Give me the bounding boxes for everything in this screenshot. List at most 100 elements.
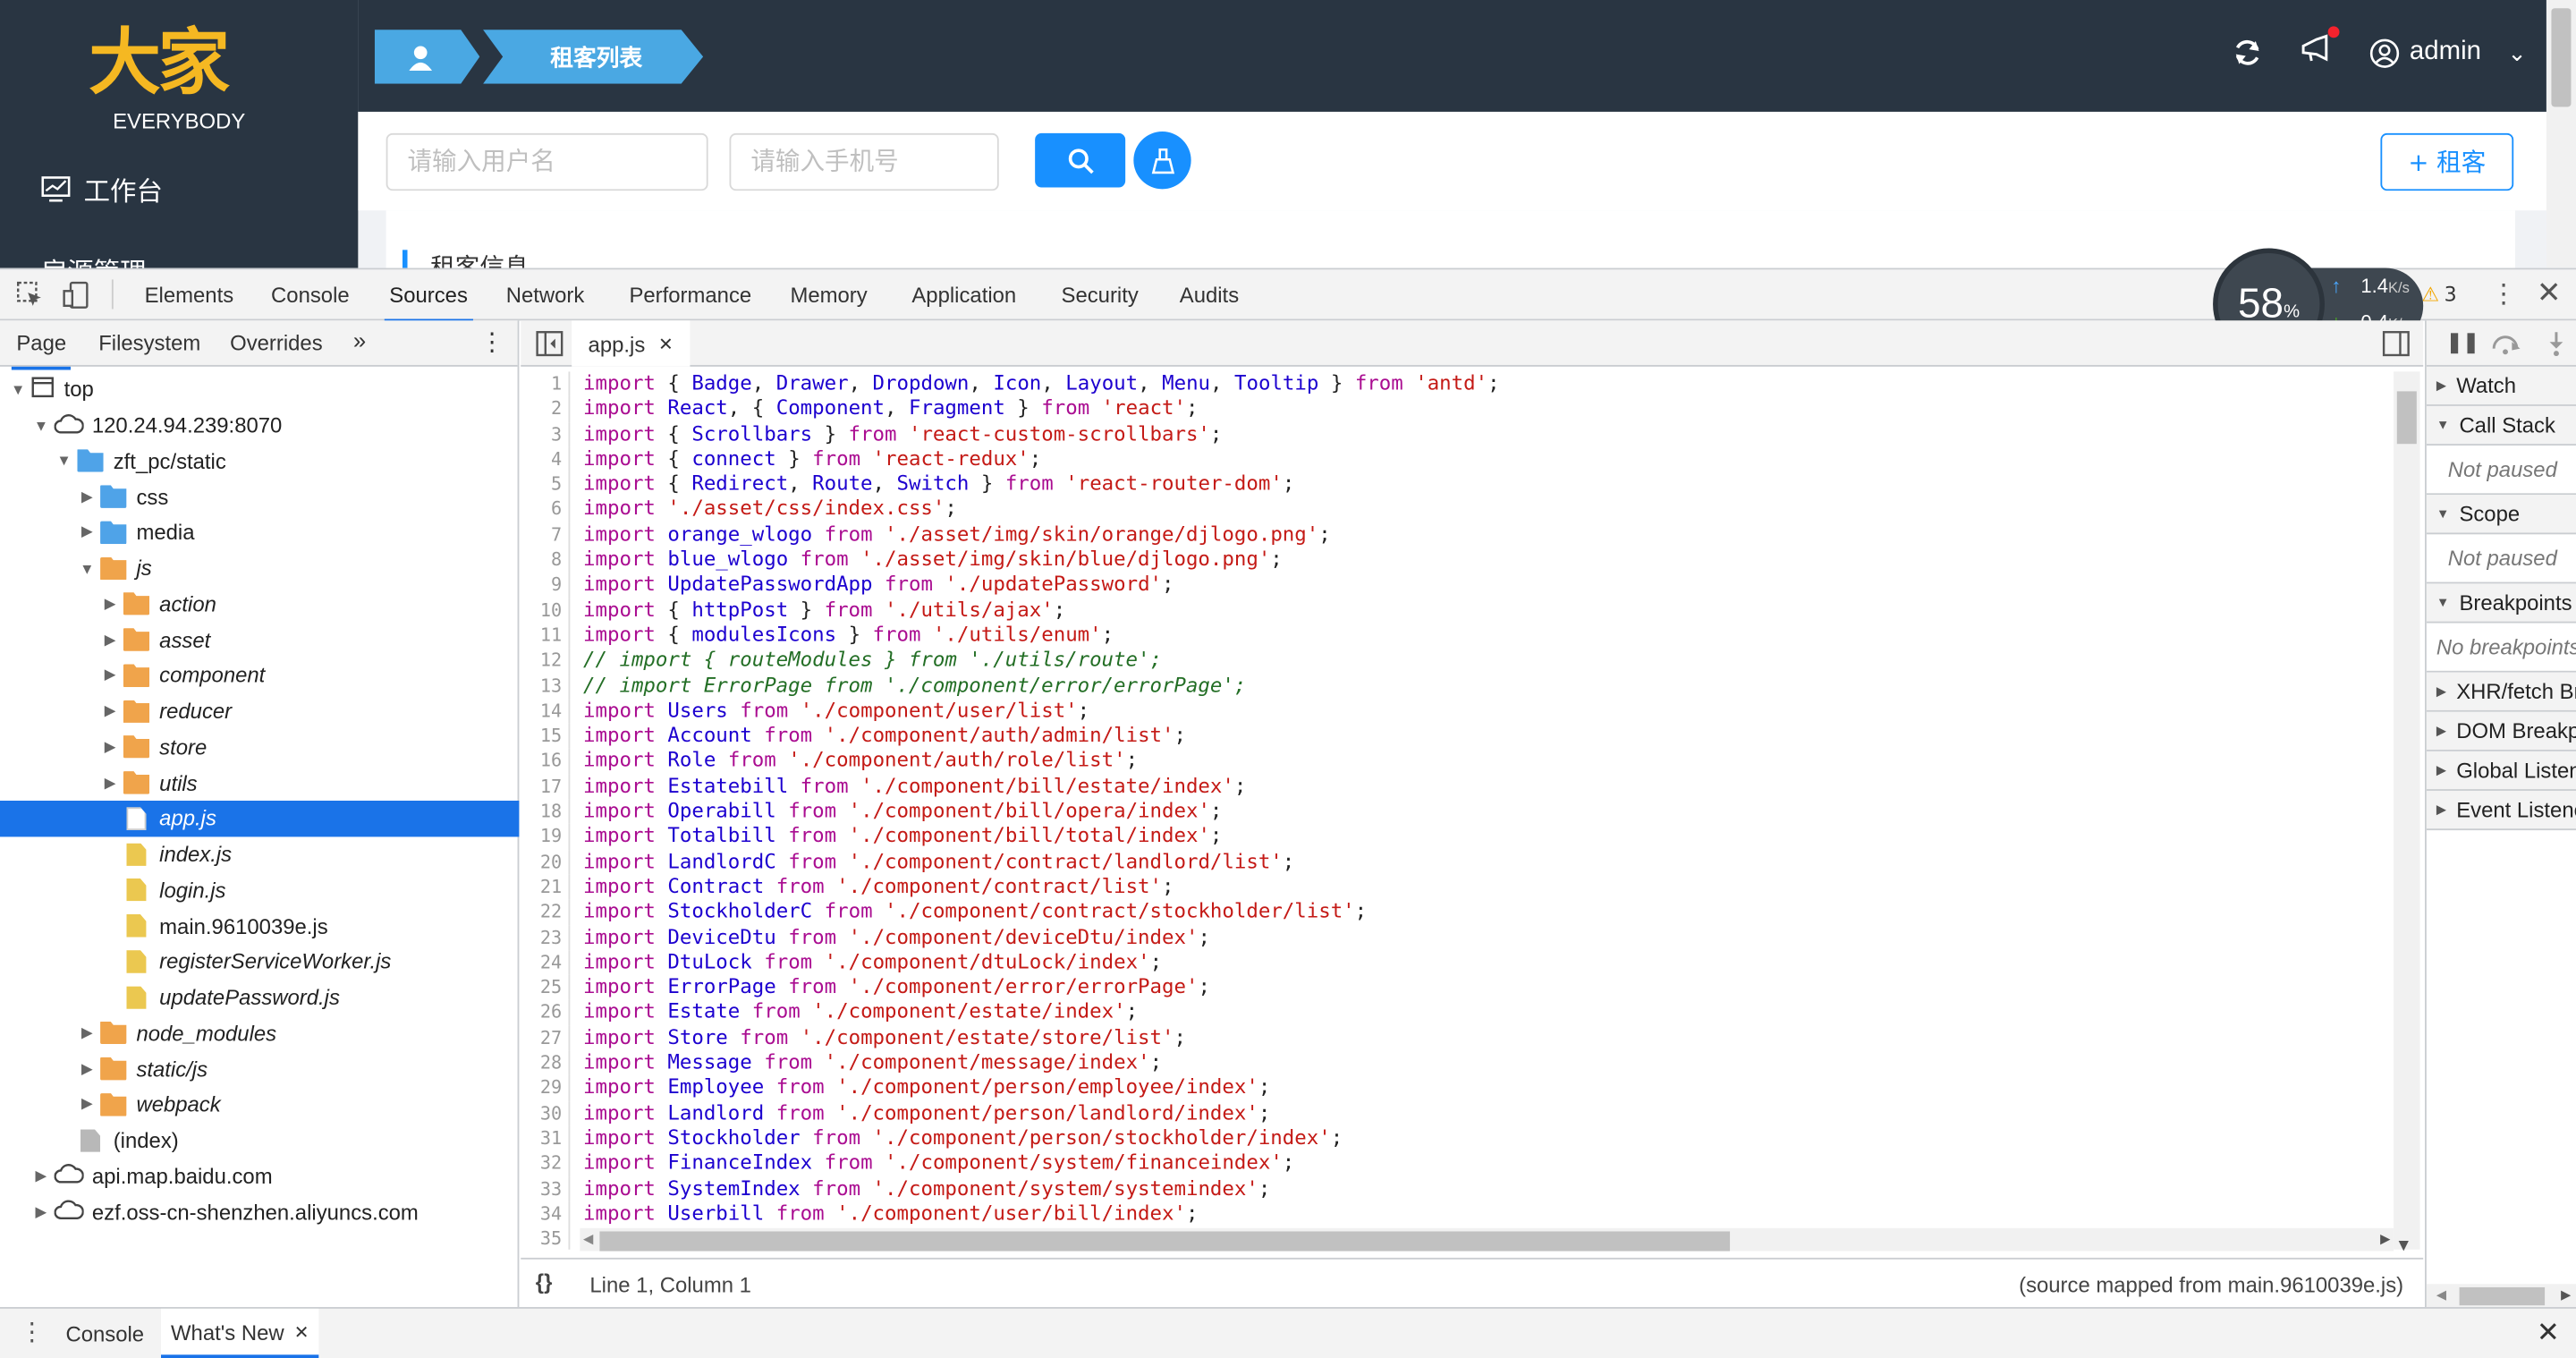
tree-item[interactable]: login.js xyxy=(0,872,519,908)
code-line[interactable]: 10 import { httpPost } from './utils/ajax… xyxy=(521,598,2394,624)
code-line[interactable]: 16 import Role from './component/auth/rol… xyxy=(521,749,2394,775)
expand-icon[interactable]: ▶ xyxy=(79,488,95,505)
code-line[interactable]: 17 import Estatebill from './component/bi… xyxy=(521,774,2394,800)
line-number[interactable]: 22 xyxy=(521,899,571,925)
line-number[interactable]: 23 xyxy=(521,924,571,950)
step-into-icon[interactable] xyxy=(2546,330,2566,357)
expand-icon[interactable]: ▶ xyxy=(79,1024,95,1042)
expand-icon[interactable]: ▶ xyxy=(79,1060,95,1078)
tree-item[interactable]: app.js xyxy=(0,800,520,836)
scrollbar-thumb[interactable] xyxy=(599,1231,1731,1252)
close-tab-icon[interactable]: ✕ xyxy=(658,333,674,354)
source-map-info[interactable]: (source mapped from main.9610039e.js) xyxy=(2019,1272,2403,1297)
tab-network[interactable]: Network xyxy=(506,283,585,308)
scrollbar-thumb[interactable] xyxy=(2396,391,2417,445)
expand-icon[interactable]: ▶ xyxy=(102,666,118,684)
line-number[interactable]: 17 xyxy=(521,774,571,800)
editor-tab-appjs[interactable]: app.js ✕ xyxy=(572,320,691,367)
code-line[interactable]: 30 import Landlord from './component/pers… xyxy=(521,1100,2394,1126)
line-number[interactable]: 21 xyxy=(521,874,571,900)
tree-item[interactable]: ▶ node_modules xyxy=(0,1015,519,1051)
code-line[interactable]: 23 import DeviceDtu from './component/dev… xyxy=(521,924,2394,950)
code-line[interactable]: 21 import Contract from './component/cont… xyxy=(521,874,2394,900)
tree-item[interactable]: ▶ asset xyxy=(0,622,519,658)
line-number[interactable]: 25 xyxy=(521,975,571,1001)
tab-overrides[interactable]: Overrides xyxy=(230,330,323,355)
breadcrumb-user[interactable] xyxy=(374,30,480,84)
line-number[interactable]: 19 xyxy=(521,824,571,850)
toggle-debugger-icon[interactable] xyxy=(2382,330,2410,357)
code-line[interactable]: 28 import Message from './component/messa… xyxy=(521,1050,2394,1076)
notification-icon[interactable] xyxy=(2300,26,2339,72)
tab-audits[interactable]: Audits xyxy=(1180,283,1239,308)
code-line[interactable]: 26 import Estate from './component/estate… xyxy=(521,1000,2394,1026)
page-scrollbar[interactable] xyxy=(2546,0,2576,268)
expand-icon[interactable]: ▶ xyxy=(33,1203,49,1221)
tab-performance[interactable]: Performance xyxy=(629,283,751,308)
clear-button[interactable] xyxy=(1133,132,1191,190)
expand-icon[interactable]: ▶ xyxy=(33,1167,49,1185)
tree-item[interactable]: ▶ ezf.oss-cn-shenzhen.aliyuncs.com xyxy=(0,1194,519,1230)
line-number[interactable]: 30 xyxy=(521,1100,571,1126)
code-line[interactable]: 2 import React, { Component, Fragment } f… xyxy=(521,396,2394,422)
tab-sources[interactable]: Sources xyxy=(384,283,472,323)
code-line[interactable]: 33 import SystemIndex from './component/s… xyxy=(521,1176,2394,1202)
username-input[interactable]: 请输入用户名 xyxy=(386,132,708,191)
pause-icon[interactable]: ❚❚ xyxy=(2446,330,2479,353)
code-line[interactable]: 4 import { connect } from 'react-redux'; xyxy=(521,446,2394,472)
tree-item[interactable]: ▶ media xyxy=(0,514,519,550)
line-number[interactable]: 12 xyxy=(521,648,571,674)
line-number[interactable]: 3 xyxy=(521,421,571,447)
toggle-navigator-icon[interactable] xyxy=(536,330,564,357)
line-number[interactable]: 14 xyxy=(521,698,571,724)
tab-console[interactable]: Console xyxy=(271,283,350,308)
scroll-right-icon[interactable]: ▶ xyxy=(2380,1231,2390,1246)
close-tab-icon[interactable]: ✕ xyxy=(294,1321,309,1342)
tree-item[interactable]: index.js xyxy=(0,836,519,872)
tree-item[interactable]: ▶ webpack xyxy=(0,1087,519,1123)
expand-icon[interactable]: ▶ xyxy=(79,1096,95,1114)
search-button[interactable] xyxy=(1035,132,1126,188)
tree-item[interactable]: ▶ action xyxy=(0,586,519,622)
collapse-icon[interactable]: ▼ xyxy=(79,560,95,576)
code-line[interactable]: 15 import Account from './component/auth/… xyxy=(521,723,2394,750)
tree-item[interactable]: ▼ 120.24.94.239:8070 xyxy=(0,407,519,443)
scroll-right-icon[interactable]: ▶ xyxy=(2561,1287,2571,1303)
tree-item[interactable]: ▼ zft_pc/static xyxy=(0,443,519,479)
warnings-counter[interactable]: ⚠ 3 xyxy=(2421,283,2456,306)
code-line[interactable]: 18 import Operabill from './component/bil… xyxy=(521,799,2394,825)
expand-icon[interactable]: ▶ xyxy=(102,702,118,720)
code-line[interactable]: 34 import Userbill from './component/user… xyxy=(521,1201,2394,1227)
more-options-icon[interactable]: ⋮ xyxy=(2490,278,2516,310)
code-line[interactable]: 7 import orange_wlogo from './asset/img/s… xyxy=(521,522,2394,548)
line-number[interactable]: 18 xyxy=(521,799,571,825)
drawer-tab-console[interactable]: Console xyxy=(65,1322,144,1347)
tab-application[interactable]: Application xyxy=(911,283,1016,308)
line-number[interactable]: 15 xyxy=(521,723,571,750)
section-event-listener-breakpoints[interactable]: ▶ Event Listener Breakpoints xyxy=(2426,790,2576,831)
tab-elements[interactable]: Elements xyxy=(145,283,234,308)
code-line[interactable]: 25 import ErrorPage from './component/err… xyxy=(521,975,2394,1001)
scrollbar-thumb[interactable] xyxy=(2459,1286,2546,1306)
line-number[interactable]: 9 xyxy=(521,573,571,598)
line-number[interactable]: 27 xyxy=(521,1025,571,1051)
expand-icon[interactable]: ▶ xyxy=(102,738,118,756)
code-line[interactable]: 29 import Employee from './component/pers… xyxy=(521,1075,2394,1101)
line-number[interactable]: 28 xyxy=(521,1050,571,1076)
tree-item[interactable]: ▶ reducer xyxy=(0,693,519,729)
line-number[interactable]: 24 xyxy=(521,949,571,976)
tree-item[interactable]: ▶ component xyxy=(0,658,519,693)
code-line[interactable]: 20 import LandlordC from './component/con… xyxy=(521,849,2394,875)
line-number[interactable]: 32 xyxy=(521,1150,571,1176)
expand-icon[interactable]: ▶ xyxy=(79,523,95,541)
tree-item[interactable]: updatePassword.js xyxy=(0,980,519,1015)
more-options-icon[interactable]: ⋮ xyxy=(479,327,504,357)
collapse-icon[interactable]: ▼ xyxy=(10,381,26,397)
scrollbar-thumb[interactable] xyxy=(2551,8,2572,107)
line-number[interactable]: 6 xyxy=(521,497,571,523)
inspect-element-icon[interactable] xyxy=(16,281,44,309)
line-number[interactable]: 1 xyxy=(521,371,571,397)
line-number[interactable]: 29 xyxy=(521,1075,571,1101)
code-line[interactable]: 12 // import { routeModules } from './uti… xyxy=(521,648,2394,674)
tree-item[interactable]: ▼ js xyxy=(0,550,519,586)
